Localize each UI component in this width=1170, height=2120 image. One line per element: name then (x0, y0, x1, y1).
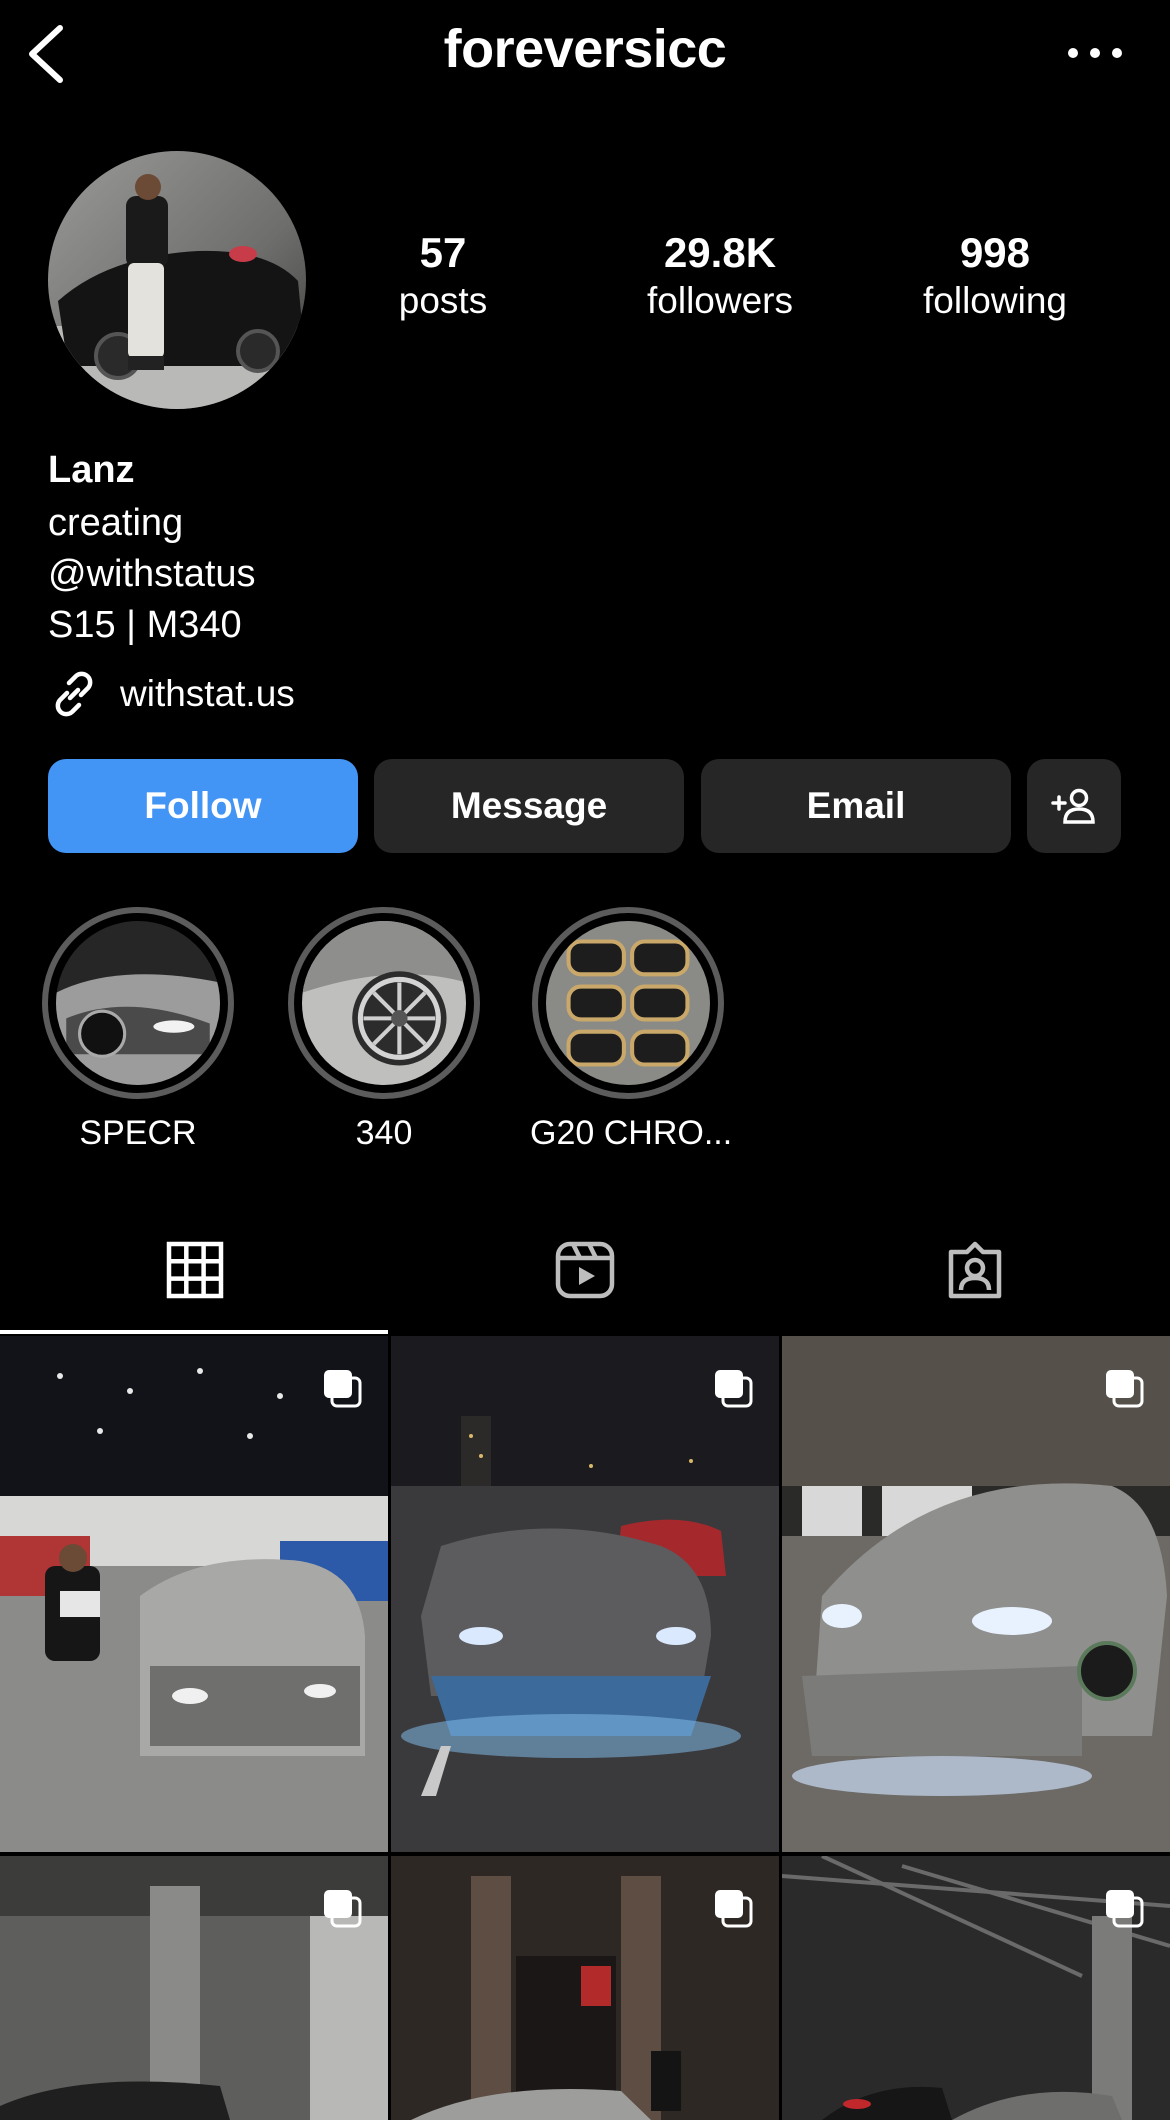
posts-count-label: posts (398, 280, 488, 321)
tab-reels[interactable] (390, 1220, 780, 1320)
multiple-photos-icon (1106, 1370, 1144, 1408)
post-thumbnail[interactable] (782, 1336, 1170, 1852)
multiple-photos-icon (324, 1370, 362, 1408)
posts-count[interactable]: 57 posts (323, 228, 563, 324)
profile-page: foreversicc 57 posts 29.8K followers 998… (0, 0, 1170, 2120)
highlight-cover (546, 921, 710, 1085)
story-highlight[interactable]: G20 CHRO... (530, 907, 733, 1155)
bio-mention[interactable]: @withstatus (48, 549, 256, 600)
highlight-label: 340 (355, 1114, 413, 1152)
highlight-ring (288, 907, 480, 1099)
highlight-label: G20 CHRO... (530, 1114, 733, 1152)
suggested-users-button[interactable] (1027, 759, 1121, 853)
story-highlight[interactable]: 340 (286, 907, 482, 1155)
post-thumbnail[interactable] (782, 1856, 1170, 2120)
post-thumbnail[interactable] (0, 1336, 388, 1852)
multiple-photos-icon (1106, 1890, 1144, 1928)
following-count-label: following (923, 280, 1067, 321)
bio-link-text: withstat.us (120, 673, 295, 714)
highlight-cover (302, 921, 466, 1085)
tab-tagged[interactable] (780, 1220, 1170, 1320)
bio-line: creating (48, 502, 184, 544)
tab-posts-grid[interactable] (0, 1220, 390, 1320)
tagged-person-icon (948, 1241, 1002, 1299)
multiple-photos-icon (715, 1370, 753, 1408)
following-count-value: 998 (959, 229, 1031, 276)
followers-count-label: followers (647, 280, 793, 321)
followers-count[interactable]: 29.8K followers (600, 228, 840, 324)
add-person-icon (1051, 788, 1095, 824)
bio-line: S15 | M340 (48, 604, 242, 646)
message-button[interactable]: Message (374, 759, 684, 853)
highlight-cover (56, 921, 220, 1085)
grid-icon (166, 1241, 224, 1299)
story-highlight[interactable]: SPECR (40, 907, 236, 1155)
post-thumbnail[interactable] (391, 1856, 779, 2120)
profile-username: foreversicc (443, 19, 727, 79)
multiple-photos-icon (324, 1890, 362, 1928)
posts-count-value: 57 (419, 229, 467, 276)
following-count[interactable]: 998 following (875, 228, 1115, 324)
post-thumbnail[interactable] (0, 1856, 388, 2120)
active-tab-indicator (0, 1330, 388, 1334)
multiple-photos-icon (715, 1890, 753, 1928)
profile-avatar[interactable] (48, 151, 306, 409)
highlight-ring (42, 907, 234, 1099)
profile-name: Lanz (48, 449, 135, 491)
profile-bio: Lanz creating @withstatus S15 | M340 (48, 442, 256, 651)
more-options-icon[interactable] (1060, 30, 1130, 76)
email-button[interactable]: Email (701, 759, 1011, 853)
highlight-label: SPECR (79, 1114, 197, 1152)
followers-count-value: 29.8K (663, 229, 777, 276)
highlight-ring (532, 907, 724, 1099)
bio-link[interactable]: withstat.us (48, 666, 295, 722)
link-icon (55, 671, 93, 717)
follow-button[interactable]: Follow (48, 759, 358, 853)
top-bar: foreversicc (0, 0, 1170, 110)
reels-icon (555, 1241, 615, 1299)
post-thumbnail[interactable] (391, 1336, 779, 1852)
